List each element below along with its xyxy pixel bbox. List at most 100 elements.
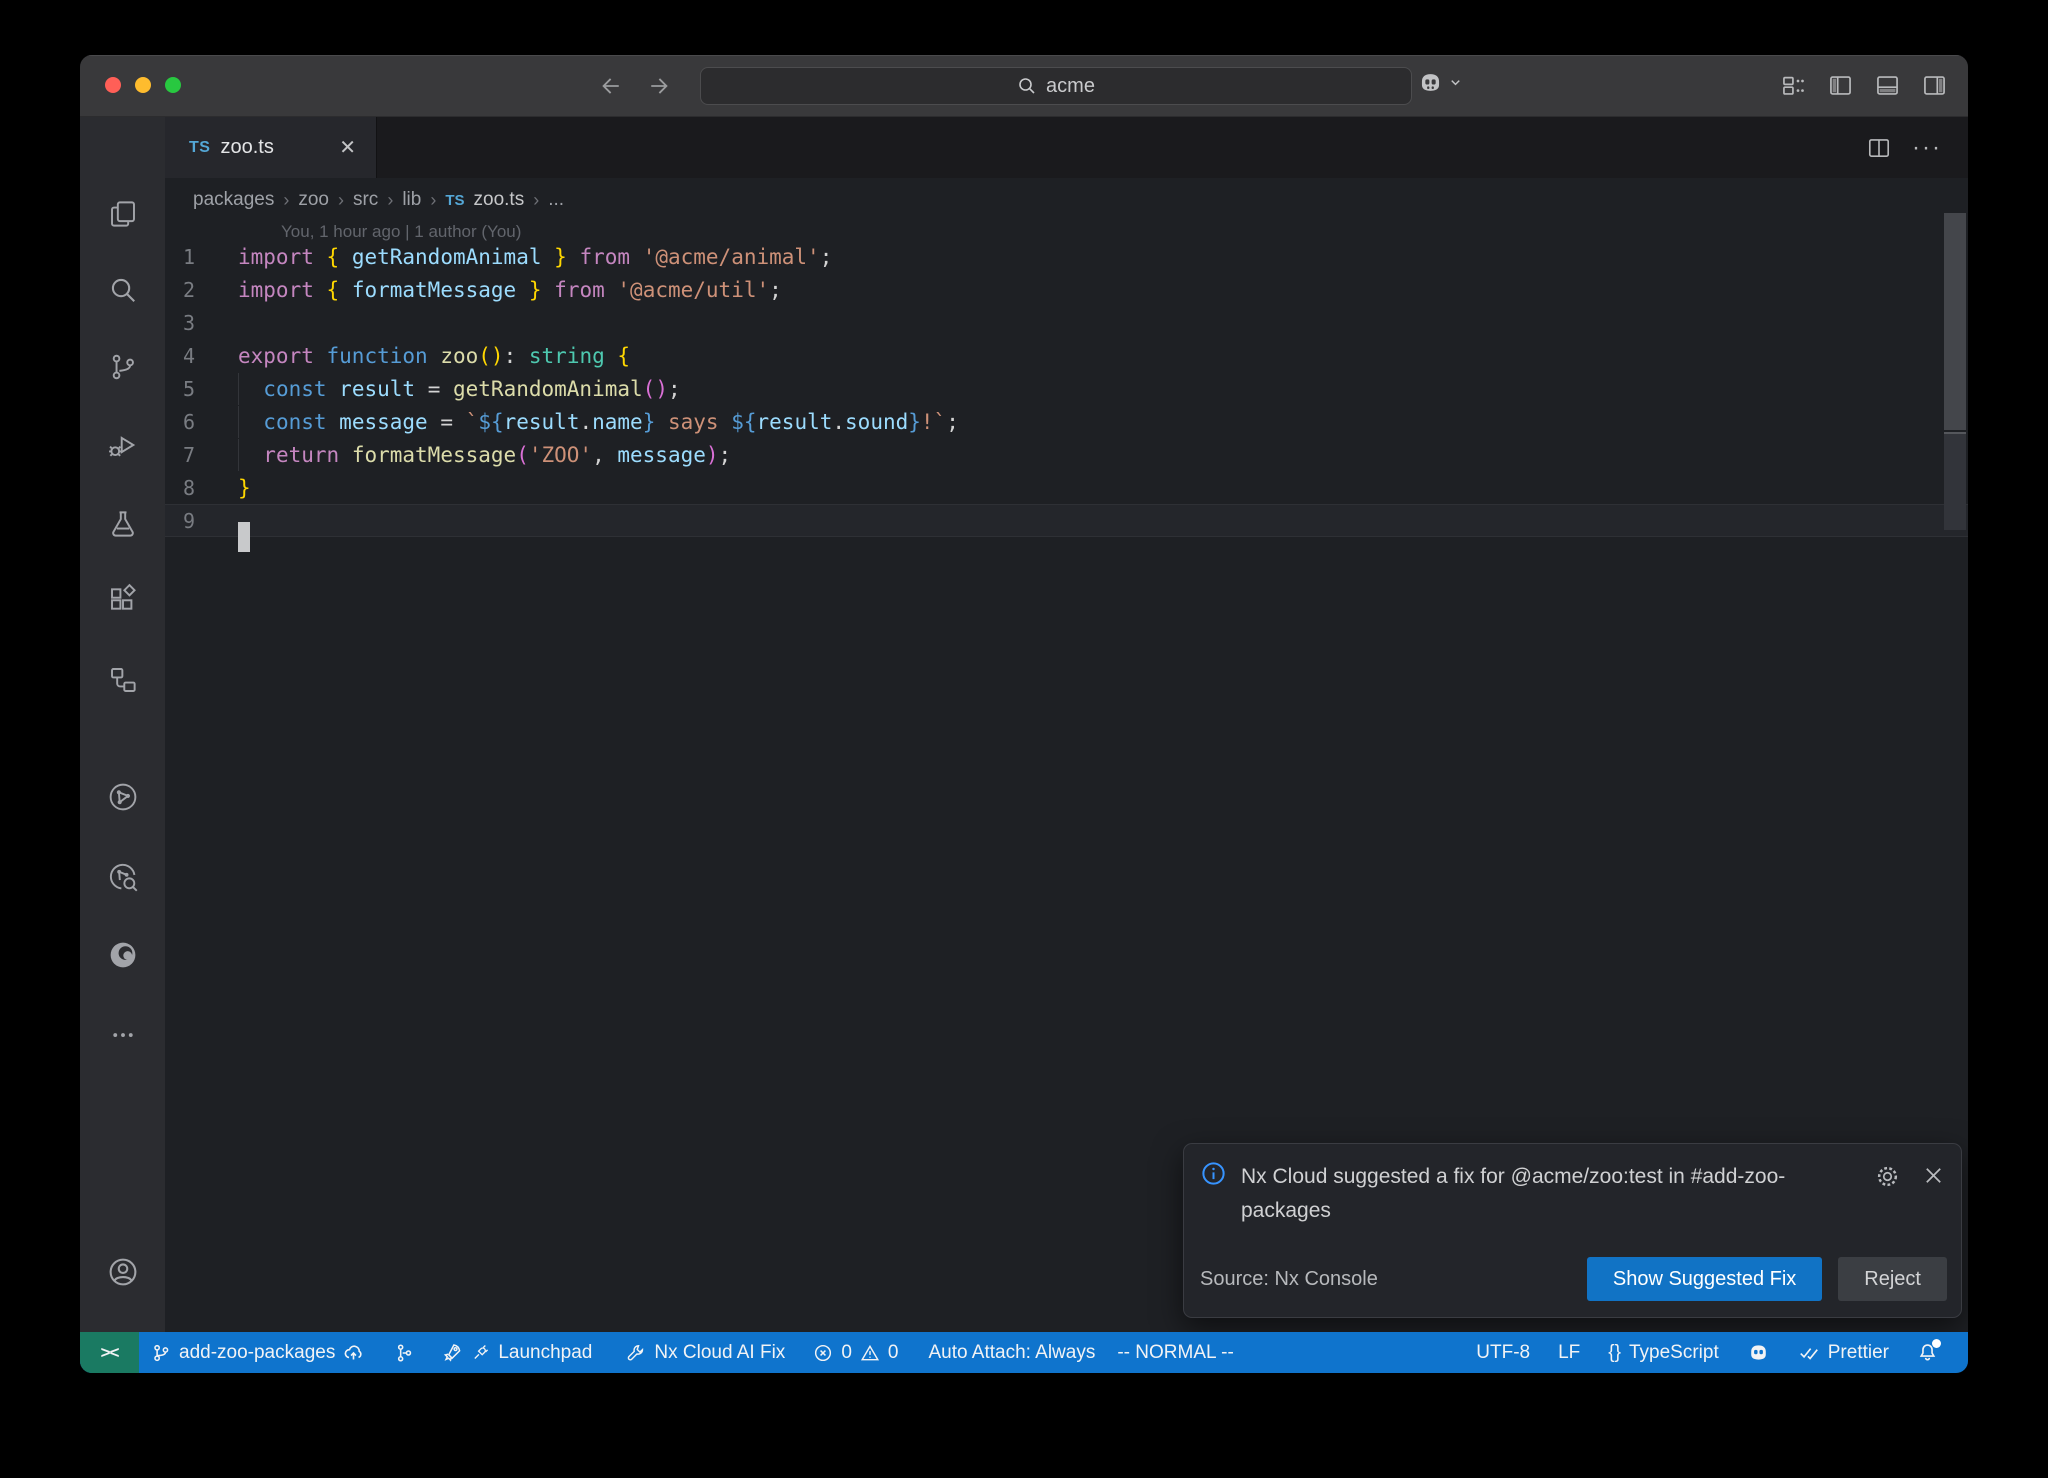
code-line-4[interactable]: 4export function zoo(): string { — [165, 339, 1968, 372]
close-tab-icon[interactable]: ✕ — [335, 136, 360, 160]
more-icon[interactable] — [107, 1020, 138, 1051]
code-token: export — [238, 344, 314, 368]
breadcrumb-item-file[interactable]: zoo.ts — [474, 189, 525, 211]
code-token: ; — [719, 443, 732, 467]
line-content: import { getRandomAnimal } from '@acme/a… — [238, 245, 1968, 269]
breadcrumb-overflow[interactable]: ... — [548, 189, 564, 211]
activity-bar — [80, 117, 165, 1332]
line-content: const result = getRandomAnimal(); — [238, 377, 1968, 401]
close-window-button[interactable] — [105, 77, 121, 93]
launchpad-item[interactable]: Launchpad — [442, 1342, 592, 1364]
code-line-5[interactable]: 5 const result = getRandomAnimal(); — [165, 372, 1968, 405]
code-token — [339, 245, 352, 269]
testing-icon[interactable] — [107, 509, 138, 540]
warnings-icon — [860, 1343, 880, 1363]
breadcrumb-item-src[interactable]: src — [353, 189, 378, 211]
remote-indicator[interactable]: >< — [80, 1332, 139, 1373]
code-token: import — [238, 278, 314, 302]
code-editor[interactable]: 1import { getRandomAnimal } from '@acme/… — [165, 240, 1968, 537]
line-number: 2 — [165, 278, 238, 302]
auto-attach-label: Auto Attach: Always — [928, 1342, 1095, 1364]
commit-graph-icon — [394, 1343, 414, 1363]
editor-scrollbar-thumb[interactable] — [1944, 213, 1966, 430]
toggle-secondary-sidebar-icon[interactable] — [1921, 72, 1948, 99]
edge-browser-icon[interactable] — [106, 939, 139, 972]
code-token — [339, 443, 352, 467]
navigate-back-button[interactable] — [592, 69, 626, 103]
reject-button[interactable]: Reject — [1838, 1257, 1947, 1301]
problems-item[interactable]: 0 0 — [813, 1342, 898, 1364]
code-token: ; — [668, 377, 681, 401]
code-token: sound — [845, 410, 908, 434]
encoding-item[interactable]: UTF-8 — [1476, 1342, 1530, 1364]
code-line-1[interactable]: 1import { getRandomAnimal } from '@acme/… — [165, 240, 1968, 273]
code-token: ; — [820, 245, 833, 269]
code-token — [567, 245, 580, 269]
line-content: const message = `${result.name} says ${r… — [238, 410, 1968, 434]
branch-name: add-zoo-packages — [179, 1342, 335, 1364]
close-notification-icon[interactable] — [1922, 1164, 1945, 1187]
code-token — [630, 245, 643, 269]
nx-cloud-ai-fix-item[interactable]: Nx Cloud AI Fix — [626, 1342, 785, 1364]
code-token: result — [504, 410, 580, 434]
notification-settings-gear-icon[interactable] — [1875, 1164, 1900, 1189]
code-token — [541, 245, 554, 269]
code-token: : — [504, 344, 517, 368]
search-value: acme — [1046, 75, 1095, 98]
account-icon[interactable] — [106, 1256, 139, 1289]
code-token: ${ — [478, 410, 503, 434]
breadcrumb-item-lib[interactable]: lib — [402, 189, 421, 211]
vim-mode-item[interactable]: -- NORMAL -- — [1117, 1342, 1233, 1364]
more-actions-icon[interactable]: ··· — [1912, 134, 1942, 162]
source-control-icon[interactable] — [107, 352, 138, 383]
source-control-graph-item[interactable] — [394, 1343, 414, 1363]
navigate-forward-button[interactable] — [644, 69, 678, 103]
line-content: import { formatMessage } from '@acme/uti… — [238, 278, 1968, 302]
eol-item[interactable]: LF — [1558, 1342, 1580, 1364]
line-number: 4 — [165, 344, 238, 368]
code-token — [440, 377, 453, 401]
indent-guide — [238, 406, 239, 438]
auto-attach-item[interactable]: Auto Attach: Always — [928, 1342, 1095, 1364]
notification-dot — [1932, 1339, 1941, 1348]
code-token: , — [592, 443, 605, 467]
nx-console-icon[interactable] — [106, 781, 139, 814]
tab-zoo-ts[interactable]: TS zoo.ts ✕ — [165, 117, 377, 178]
code-token — [605, 344, 618, 368]
code-line-7[interactable]: 7 return formatMessage('ZOO', message); — [165, 438, 1968, 471]
copilot-menu[interactable] — [1417, 69, 1463, 96]
search-icon[interactable] — [107, 275, 138, 306]
typescript-file-icon: TS — [189, 139, 210, 157]
nx-cloud-graph-icon[interactable] — [106, 861, 139, 894]
customize-layout-icon[interactable] — [1780, 72, 1807, 99]
formatter-item[interactable]: Prettier — [1798, 1342, 1889, 1364]
notifications-bell-item[interactable] — [1917, 1342, 1938, 1363]
code-line-6[interactable]: 6 const message = `${result.name} says $… — [165, 405, 1968, 438]
code-line-8[interactable]: 8} — [165, 471, 1968, 504]
git-branch-item[interactable]: add-zoo-packages — [151, 1342, 364, 1364]
code-line-2[interactable]: 2import { formatMessage } from '@acme/ut… — [165, 273, 1968, 306]
references-icon[interactable] — [107, 665, 138, 696]
code-line-9[interactable]: 9 — [165, 504, 1968, 537]
toggle-panel-icon[interactable] — [1874, 72, 1901, 99]
split-editor-icon[interactable] — [1866, 135, 1892, 161]
minimize-window-button[interactable] — [135, 77, 151, 93]
toggle-primary-sidebar-icon[interactable] — [1827, 72, 1854, 99]
extensions-icon[interactable] — [107, 584, 138, 615]
code-token — [453, 410, 466, 434]
line-number: 3 — [165, 311, 238, 335]
breadcrumb-item-packages[interactable]: packages — [193, 189, 274, 211]
line-number: 8 — [165, 476, 238, 500]
show-suggested-fix-button[interactable]: Show Suggested Fix — [1587, 1257, 1822, 1301]
code-token: 'ZOO' — [529, 443, 592, 467]
code-token — [314, 278, 327, 302]
maximize-window-button[interactable] — [165, 77, 181, 93]
breadcrumb-item-zoo[interactable]: zoo — [298, 189, 329, 211]
line-content: } — [238, 476, 1968, 500]
command-center-search[interactable]: acme — [700, 67, 1412, 105]
language-mode-item[interactable]: {} TypeScript — [1608, 1342, 1718, 1364]
copilot-status-icon[interactable] — [1747, 1341, 1770, 1364]
explorer-icon[interactable] — [107, 199, 138, 230]
run-debug-icon[interactable] — [107, 430, 138, 461]
code-line-3[interactable]: 3 — [165, 306, 1968, 339]
